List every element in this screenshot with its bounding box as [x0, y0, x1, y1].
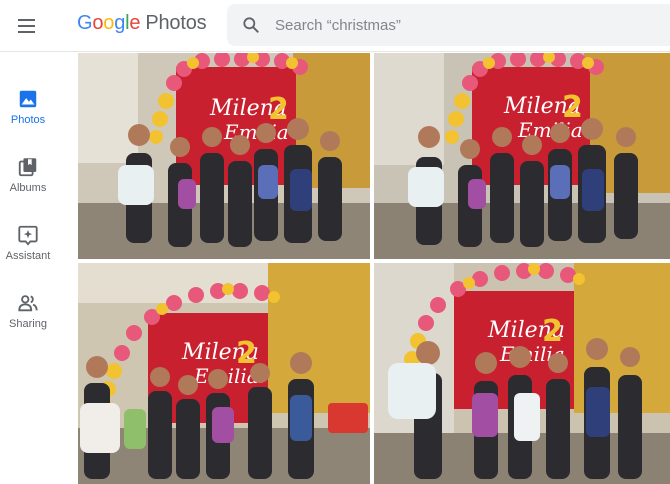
search-bar	[227, 4, 670, 46]
side-navigation: Photos Albums Assistant Sharing	[0, 52, 56, 484]
menu-icon-line	[17, 31, 35, 33]
logo-letter: e	[129, 12, 141, 34]
logo-letter: o	[92, 12, 104, 34]
sharing-icon	[18, 295, 38, 312]
photo-image: Milena Emilia 2	[374, 263, 670, 484]
menu-icon-line	[17, 25, 35, 27]
sidebar-item-label: Assistant	[5, 250, 51, 262]
photo-thumbnail[interactable]: Milena Emilia 2	[374, 53, 670, 259]
photo-image: Milena Emilia 2	[78, 53, 370, 259]
banner-number: 2	[562, 90, 583, 125]
logo-letter: o	[103, 12, 115, 34]
google-photos-logo[interactable]: Google Photos	[77, 12, 207, 35]
albums-icon	[18, 158, 37, 177]
assistant-icon	[18, 225, 38, 246]
photo-thumbnail[interactable]: Milena Emilia 2	[78, 263, 370, 484]
banner-number: 2	[542, 314, 563, 349]
logo-letter: G	[77, 12, 93, 34]
logo-product-name: Photos	[145, 12, 207, 34]
sidebar-item-assistant[interactable]: Assistant	[0, 224, 56, 280]
sidebar-item-label: Photos	[10, 114, 46, 126]
banner-number: 2	[268, 92, 289, 127]
sidebar-item-albums[interactable]: Albums	[0, 156, 56, 212]
main-menu-button[interactable]	[10, 10, 42, 42]
search-icon[interactable]	[241, 15, 261, 35]
photo-thumbnail[interactable]: Milena Emilia 2	[78, 53, 370, 259]
photo-thumbnail[interactable]: Milena Emilia 2	[374, 263, 670, 484]
top-bar: Google Photos	[0, 0, 670, 52]
photo-icon	[19, 90, 37, 108]
sidebar-item-label: Sharing	[9, 318, 47, 330]
search-input[interactable]	[275, 4, 655, 46]
sidebar-item-label: Albums	[9, 182, 47, 194]
photo-image: Milena Emilia 2	[78, 263, 370, 484]
logo-letter: g	[114, 12, 126, 34]
photo-image: Milena Emilia 2	[374, 53, 670, 259]
menu-icon	[17, 19, 35, 21]
sidebar-item-photos[interactable]: Photos	[0, 88, 56, 144]
sidebar-item-sharing[interactable]: Sharing	[0, 292, 56, 348]
